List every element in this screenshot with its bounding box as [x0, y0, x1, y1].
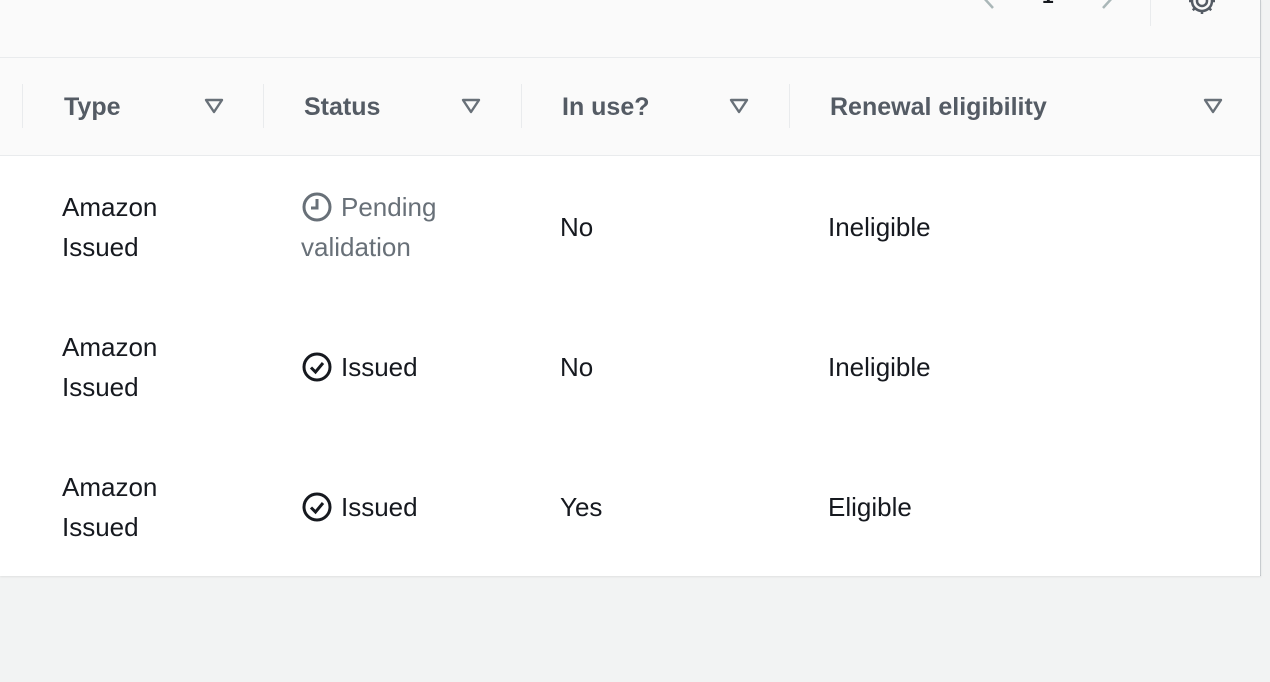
- type-text: Amazon: [62, 472, 158, 502]
- type-text: Amazon: [62, 332, 158, 362]
- type-text: Issued: [62, 512, 139, 542]
- check-circle-icon: [302, 492, 332, 522]
- column-header-type[interactable]: Type: [22, 58, 263, 155]
- column-header-label: Type: [64, 93, 121, 121]
- sort-caret-icon[interactable]: [1203, 98, 1223, 114]
- sort-caret-icon[interactable]: [204, 98, 224, 114]
- sort-caret-icon[interactable]: [729, 98, 749, 114]
- table-toolbar: 1: [0, 0, 1260, 58]
- column-header-status[interactable]: Status: [263, 58, 521, 155]
- certificates-table-panel: 1 Type Status: [0, 0, 1261, 576]
- column-header-label: Renewal eligibility: [830, 93, 1047, 121]
- renewal-eligibility-cell: Eligible: [828, 492, 912, 522]
- in-use-cell: No: [560, 352, 594, 382]
- pagination-current-page[interactable]: 1: [1042, 0, 1054, 8]
- table-row[interactable]: Amazon Issued Issued Yes Eligible: [0, 436, 1260, 576]
- renewal-eligibility-cell: Ineligible: [828, 212, 931, 242]
- type-text: Issued: [62, 372, 139, 402]
- renewal-eligibility-cell: Ineligible: [828, 352, 931, 382]
- table-row[interactable]: Amazon Issued Issued No Ineligible: [0, 296, 1260, 437]
- column-header-label: Status: [304, 93, 381, 121]
- check-circle-icon: [302, 352, 332, 382]
- chevron-right-icon[interactable]: [1094, 0, 1120, 10]
- in-use-cell: Yes: [560, 492, 603, 522]
- chevron-left-icon[interactable]: [976, 0, 1002, 10]
- table-header-row: Type Status In use? Renewal eligibility: [0, 58, 1260, 156]
- status-cell: Pending validation: [301, 187, 436, 267]
- status-text: Pending: [341, 192, 437, 222]
- type-text: Issued: [62, 232, 139, 262]
- status-text: Issued: [341, 492, 418, 522]
- type-cell: Amazon Issued: [62, 187, 222, 267]
- type-text: Amazon: [62, 192, 158, 222]
- status-cell: Issued: [301, 347, 418, 387]
- table-row[interactable]: Amazon Issued Pending validation No Inel…: [0, 156, 1260, 297]
- column-header-label: In use?: [562, 93, 650, 121]
- toolbar-divider: [1150, 0, 1151, 26]
- status-cell: Issued: [301, 487, 418, 527]
- gear-icon[interactable]: [1186, 0, 1218, 17]
- column-header-renewal-eligibility[interactable]: Renewal eligibility: [789, 58, 1259, 155]
- in-use-cell: No: [560, 212, 594, 242]
- clock-icon: [302, 192, 332, 222]
- status-text: Issued: [341, 352, 418, 382]
- column-header-in-use[interactable]: In use?: [521, 58, 789, 155]
- sort-caret-icon[interactable]: [461, 98, 481, 114]
- status-text: validation: [301, 232, 411, 262]
- type-cell: Amazon Issued: [62, 467, 222, 547]
- type-cell: Amazon Issued: [62, 327, 222, 407]
